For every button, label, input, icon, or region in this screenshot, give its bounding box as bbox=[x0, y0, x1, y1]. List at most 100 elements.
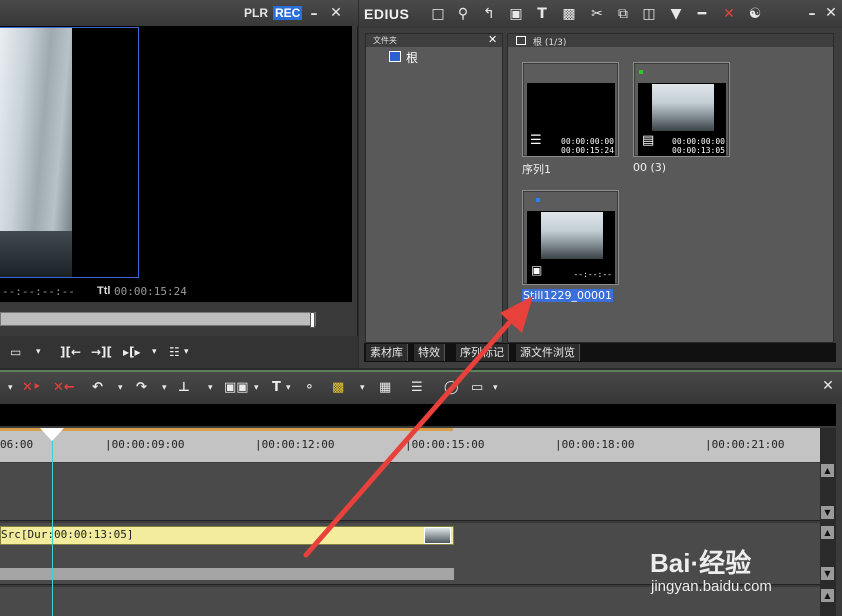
cut-icon[interactable]: ✂ bbox=[588, 5, 606, 23]
title-icon[interactable]: T bbox=[272, 379, 281, 397]
clip-name-selected: Still1229_00001 bbox=[522, 289, 613, 302]
tab-effects[interactable]: 特效 bbox=[414, 344, 445, 361]
root-folder-item[interactable]: 根 bbox=[406, 49, 418, 66]
tab-source-browser[interactable]: 源文件浏览 bbox=[516, 344, 580, 361]
camera-icon: ▣ bbox=[531, 263, 543, 277]
clip-tc-out: 00:00:15:24 bbox=[561, 146, 614, 155]
close-icon[interactable]: ✕ bbox=[820, 378, 836, 394]
close-icon[interactable]: ✕ bbox=[823, 5, 839, 21]
player-timecode-in: --:--:--:-- bbox=[2, 285, 75, 298]
clip-thumbnail-sequence[interactable]: ☰ 00:00:00:00 00:00:15:24 bbox=[522, 62, 619, 157]
chevron-down-icon[interactable]: ▾ bbox=[36, 343, 41, 361]
record-icon[interactable]: ◯ bbox=[444, 379, 459, 397]
player-video-frame bbox=[0, 27, 139, 278]
undo-icon[interactable]: ↶ bbox=[92, 379, 103, 397]
insert-button[interactable]: ▸[▸ bbox=[123, 343, 141, 361]
tab-bin[interactable]: 素材库 bbox=[366, 344, 408, 361]
add-to-timeline-icon[interactable]: ▼ bbox=[667, 5, 685, 23]
app-logo: EDIUS bbox=[364, 6, 410, 22]
chevron-down-icon[interactable]: ▾ bbox=[184, 343, 189, 361]
chevron-down-icon[interactable]: ▾ bbox=[360, 379, 365, 397]
scroll-up-icon[interactable]: ▲ bbox=[821, 526, 834, 539]
redo-icon[interactable]: ↷ bbox=[136, 379, 147, 397]
folder-icon bbox=[389, 51, 401, 62]
title-icon[interactable]: T bbox=[533, 5, 551, 23]
rec-mode-button[interactable]: REC bbox=[273, 6, 303, 20]
chevron-down-icon[interactable]: ▾ bbox=[152, 343, 157, 361]
folder-tree-pane bbox=[365, 33, 503, 343]
close-icon[interactable]: ✕ bbox=[328, 5, 344, 21]
clip-tc-in: 00:00:00:00 bbox=[561, 137, 614, 146]
grid-icon[interactable]: ▦ bbox=[379, 379, 391, 397]
scroll-down-icon[interactable]: ▼ bbox=[821, 567, 834, 580]
minimize-icon[interactable]: – bbox=[306, 6, 322, 22]
ttl-timecode: 00:00:15:24 bbox=[114, 285, 187, 298]
delete-gap-icon[interactable]: ✕← bbox=[53, 379, 75, 397]
window-icon[interactable]: ▭ bbox=[471, 379, 483, 397]
render-icon[interactable]: ▩ bbox=[332, 379, 344, 397]
mixer-icon[interactable]: ☰ bbox=[411, 379, 423, 397]
plr-mode-button[interactable]: PLR bbox=[244, 6, 268, 20]
minimize-icon[interactable]: – bbox=[804, 6, 820, 22]
timeline-cursor bbox=[52, 438, 53, 616]
sequence-icon: ☰ bbox=[530, 133, 542, 148]
ruler-label: |00:00:12:00 bbox=[255, 438, 335, 451]
status-dot bbox=[639, 70, 643, 74]
clip-tc: --:--:-- bbox=[573, 270, 612, 279]
player-titlebar bbox=[0, 0, 358, 26]
overwrite-icon[interactable]: ☷ bbox=[169, 343, 180, 361]
timeline-audio-clip[interactable] bbox=[0, 568, 454, 580]
player-scrub-bar[interactable] bbox=[0, 312, 316, 326]
add-to-track-icon[interactable]: ━ bbox=[693, 5, 711, 23]
up-folder-icon[interactable]: ↰ bbox=[480, 5, 498, 23]
scroll-up-icon[interactable]: ▲ bbox=[821, 464, 834, 477]
chevron-down-icon[interactable]: ▾ bbox=[208, 379, 213, 397]
new-sequence-icon[interactable]: ▣ bbox=[507, 5, 525, 23]
microphone-icon[interactable]: ⚬ bbox=[304, 379, 315, 397]
tab-sequence-markers[interactable]: 序列标记 bbox=[456, 344, 509, 361]
timeline-scrollbar[interactable] bbox=[820, 428, 836, 616]
search-icon[interactable]: ⚲ bbox=[454, 5, 472, 23]
chevron-down-icon[interactable]: ▾ bbox=[254, 379, 259, 397]
ruler-label: 06:00 bbox=[0, 438, 34, 451]
copy-icon[interactable]: ⧉ bbox=[614, 5, 632, 23]
ripple-delete-icon[interactable]: ✕‣ bbox=[22, 379, 41, 397]
ttl-label: Ttl bbox=[97, 285, 111, 297]
status-dot bbox=[536, 198, 540, 202]
ruler-label: |00:00:15:00 bbox=[405, 438, 485, 451]
close-icon[interactable]: ✕ bbox=[488, 33, 497, 46]
folder-icon[interactable]: □ bbox=[429, 5, 447, 23]
chevron-down-icon[interactable]: ▾ bbox=[8, 379, 13, 397]
watermark-brand: Bai·经验 bbox=[650, 548, 752, 578]
clip-thumbnail-still[interactable]: ▣ --:--:-- bbox=[522, 190, 619, 285]
scroll-down-icon[interactable]: ▼ bbox=[821, 506, 834, 519]
delete-icon[interactable]: ✕ bbox=[720, 5, 738, 23]
set-out-button[interactable]: →][ bbox=[91, 343, 112, 361]
timeline-clip-label: Src[Dur:00:00:13:05] bbox=[1, 528, 134, 541]
properties-icon[interactable]: ☯ bbox=[746, 5, 764, 23]
clip-preview-image bbox=[652, 84, 714, 131]
watermark-url: jingyan.baidu.com bbox=[651, 578, 772, 595]
timeline-track[interactable] bbox=[0, 463, 820, 521]
link-icon[interactable]: ▣▣ bbox=[224, 379, 249, 397]
chevron-down-icon[interactable]: ▾ bbox=[493, 379, 498, 397]
monitor-icon[interactable]: ▭ bbox=[10, 343, 21, 361]
chevron-down-icon[interactable]: ▾ bbox=[286, 379, 291, 397]
player-scrub-handle[interactable] bbox=[310, 312, 315, 328]
paste-icon[interactable]: ◫ bbox=[640, 5, 658, 23]
video-clip-icon: ▤ bbox=[642, 133, 655, 148]
playhead-handle[interactable] bbox=[40, 428, 64, 441]
folder-pane-title: 文件夹 bbox=[373, 36, 397, 45]
set-in-button[interactable]: ][← bbox=[60, 343, 81, 361]
chevron-down-icon[interactable]: ▾ bbox=[162, 379, 167, 397]
color-bars-icon[interactable]: ▩ bbox=[560, 5, 578, 23]
ruler-label: |00:00:18:00 bbox=[555, 438, 635, 451]
clip-preview-image bbox=[541, 212, 603, 259]
clip-name: 序列1 bbox=[522, 163, 551, 176]
timeline-sequence-tab-bar bbox=[0, 404, 836, 426]
chevron-down-icon[interactable]: ▾ bbox=[118, 379, 123, 397]
snap-icon[interactable]: ⊥ bbox=[178, 379, 190, 397]
clip-tc-in: 00:00:00:00 bbox=[672, 137, 725, 146]
scroll-up-icon[interactable]: ▲ bbox=[821, 589, 834, 602]
clip-thumbnail-video[interactable]: ▤ 00:00:00:00 00:00:13:05 bbox=[633, 62, 730, 157]
